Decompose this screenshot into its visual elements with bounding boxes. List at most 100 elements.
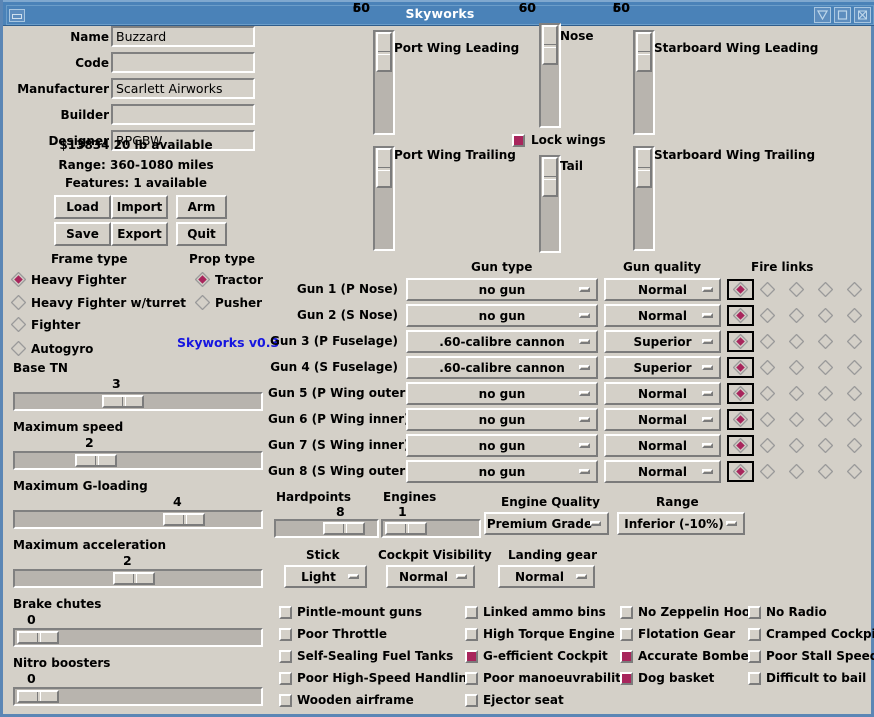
- fire-link-3-1[interactable]: [759, 359, 776, 376]
- identity-field-name[interactable]: Buzzard: [111, 26, 255, 47]
- prop-type-radio-0[interactable]: [194, 271, 211, 288]
- fire-link-7-3[interactable]: [817, 463, 834, 480]
- button-arm[interactable]: Arm: [176, 195, 227, 219]
- gun-quality-combo-2[interactable]: Superior: [604, 330, 721, 353]
- fire-link-3-4[interactable]: [846, 359, 863, 376]
- button-quit[interactable]: Quit: [176, 222, 227, 246]
- airframe-scale-thumb-5[interactable]: [636, 148, 652, 188]
- left-slider-thumb-2[interactable]: [163, 513, 205, 526]
- button-export[interactable]: Export: [111, 222, 168, 246]
- close-icon[interactable]: [854, 7, 871, 23]
- gun-type-combo-6[interactable]: no gun: [406, 434, 598, 457]
- mid-slider-thumb-0[interactable]: [323, 522, 365, 535]
- gun-type-combo-2[interactable]: .60-calibre cannon: [406, 330, 598, 353]
- feature-checkbox-0[interactable]: [279, 606, 292, 619]
- fire-link-4-0[interactable]: [727, 383, 754, 404]
- airframe-scale-0[interactable]: [373, 30, 395, 135]
- mid-combo-4[interactable]: Normal: [498, 565, 595, 588]
- button-import[interactable]: Import: [111, 195, 168, 219]
- airframe-scale-thumb-2[interactable]: [636, 32, 652, 72]
- feature-checkbox-14[interactable]: [748, 606, 761, 619]
- frame-type-radio-1[interactable]: [10, 294, 27, 311]
- fire-link-0-1[interactable]: [759, 281, 776, 298]
- button-save[interactable]: Save: [54, 222, 111, 246]
- fire-link-4-2[interactable]: [788, 385, 805, 402]
- fire-link-7-0[interactable]: [727, 461, 754, 482]
- fire-link-2-4[interactable]: [846, 333, 863, 350]
- airframe-scale-thumb-0[interactable]: [376, 32, 392, 72]
- fire-link-1-3[interactable]: [817, 307, 834, 324]
- fire-link-1-1[interactable]: [759, 307, 776, 324]
- gun-type-combo-7[interactable]: no gun: [406, 460, 598, 483]
- feature-checkbox-1[interactable]: [279, 628, 292, 641]
- fire-link-2-3[interactable]: [817, 333, 834, 350]
- prop-type-radio-1[interactable]: [194, 294, 211, 311]
- left-slider-3[interactable]: [13, 569, 263, 588]
- airframe-scale-2[interactable]: [633, 30, 655, 135]
- left-slider-thumb-4[interactable]: [17, 631, 59, 644]
- fire-link-6-2[interactable]: [788, 437, 805, 454]
- frame-type-radio-0[interactable]: [10, 271, 27, 288]
- fire-link-5-2[interactable]: [788, 411, 805, 428]
- feature-checkbox-17[interactable]: [748, 672, 761, 685]
- frame-type-radio-3[interactable]: [10, 340, 27, 357]
- left-slider-1[interactable]: [13, 451, 263, 470]
- airframe-scale-4[interactable]: [539, 155, 561, 253]
- gun-quality-combo-4[interactable]: Normal: [604, 382, 721, 405]
- mid-combo-3[interactable]: Normal: [386, 565, 475, 588]
- fire-link-2-0[interactable]: [727, 331, 754, 352]
- feature-checkbox-6[interactable]: [465, 628, 478, 641]
- left-slider-thumb-1[interactable]: [75, 454, 117, 467]
- fire-link-4-4[interactable]: [846, 385, 863, 402]
- left-slider-0[interactable]: [13, 392, 263, 411]
- lock-wings-checkbox[interactable]: [512, 134, 525, 147]
- feature-checkbox-15[interactable]: [748, 628, 761, 641]
- gun-type-combo-1[interactable]: no gun: [406, 304, 598, 327]
- feature-checkbox-13[interactable]: [620, 672, 633, 685]
- fire-link-6-1[interactable]: [759, 437, 776, 454]
- airframe-scale-5[interactable]: [633, 146, 655, 251]
- fire-link-1-2[interactable]: [788, 307, 805, 324]
- fire-link-0-4[interactable]: [846, 281, 863, 298]
- identity-field-manufacturer[interactable]: Scarlett Airworks: [111, 78, 255, 99]
- mid-combo-0[interactable]: Premium Grade: [484, 512, 609, 535]
- fire-link-7-4[interactable]: [846, 463, 863, 480]
- feature-checkbox-2[interactable]: [279, 650, 292, 663]
- minimize-icon[interactable]: [814, 7, 831, 23]
- left-slider-2[interactable]: [13, 510, 263, 529]
- feature-checkbox-9[interactable]: [465, 694, 478, 707]
- fire-link-5-1[interactable]: [759, 411, 776, 428]
- fire-link-2-1[interactable]: [759, 333, 776, 350]
- airframe-scale-1[interactable]: [539, 23, 561, 128]
- mid-slider-0[interactable]: [274, 519, 379, 538]
- airframe-scale-thumb-4[interactable]: [542, 157, 558, 197]
- fire-link-1-0[interactable]: [727, 305, 754, 326]
- feature-checkbox-7[interactable]: [465, 650, 478, 663]
- airframe-scale-thumb-1[interactable]: [542, 25, 558, 65]
- identity-field-builder[interactable]: [111, 104, 255, 125]
- gun-type-combo-5[interactable]: no gun: [406, 408, 598, 431]
- fire-link-1-4[interactable]: [846, 307, 863, 324]
- fire-link-6-0[interactable]: [727, 435, 754, 456]
- mid-slider-1[interactable]: [381, 519, 481, 538]
- fire-link-5-3[interactable]: [817, 411, 834, 428]
- gun-quality-combo-1[interactable]: Normal: [604, 304, 721, 327]
- button-load[interactable]: Load: [54, 195, 111, 219]
- airframe-scale-3[interactable]: [373, 146, 395, 251]
- fire-link-6-4[interactable]: [846, 437, 863, 454]
- fire-link-3-2[interactable]: [788, 359, 805, 376]
- feature-checkbox-10[interactable]: [620, 606, 633, 619]
- fire-link-4-3[interactable]: [817, 385, 834, 402]
- gun-type-combo-3[interactable]: .60-calibre cannon: [406, 356, 598, 379]
- frame-type-radio-2[interactable]: [10, 316, 27, 333]
- feature-checkbox-12[interactable]: [620, 650, 633, 663]
- fire-link-7-1[interactable]: [759, 463, 776, 480]
- feature-checkbox-16[interactable]: [748, 650, 761, 663]
- gun-type-combo-0[interactable]: no gun: [406, 278, 598, 301]
- fire-link-0-0[interactable]: [727, 279, 754, 300]
- left-slider-thumb-3[interactable]: [113, 572, 155, 585]
- gun-type-combo-4[interactable]: no gun: [406, 382, 598, 405]
- identity-field-code[interactable]: [111, 52, 255, 73]
- feature-checkbox-11[interactable]: [620, 628, 633, 641]
- fire-link-6-3[interactable]: [817, 437, 834, 454]
